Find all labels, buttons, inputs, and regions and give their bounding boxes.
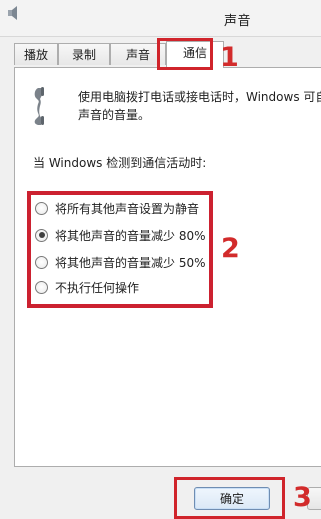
annotation-step-1: 1 bbox=[220, 42, 239, 73]
tab-recording[interactable]: 录制 bbox=[58, 43, 110, 65]
speaker-icon bbox=[8, 6, 17, 20]
annotation-step-2: 2 bbox=[221, 233, 240, 264]
title-bar-artifact bbox=[30, 0, 150, 10]
annotation-box-ok bbox=[174, 477, 285, 519]
description-line-1: 使用电脑拨打电话或接电话时，Windows 可自 bbox=[78, 90, 321, 104]
title-bar: 声音 bbox=[0, 0, 321, 37]
description-line-2: 声音的音量。 bbox=[78, 108, 151, 122]
window-title: 声音 bbox=[224, 14, 252, 29]
annotation-box-tab bbox=[157, 38, 213, 70]
communication-activity-heading: 当 Windows 检测到通信活动时: bbox=[33, 156, 207, 170]
annotation-box-options bbox=[27, 191, 213, 308]
annotation-step-3: 3 bbox=[293, 482, 312, 513]
sound-dialog: 声音 播放 录制 声音 通信 1 使用电脑拨打电话或接电话时，Windows 可… bbox=[0, 0, 321, 519]
tab-playback[interactable]: 播放 bbox=[14, 43, 58, 65]
description-text: 使用电脑拨打电话或接电话时，Windows 可自 声音的音量。 bbox=[78, 88, 321, 124]
phone-handset-icon bbox=[34, 87, 44, 125]
